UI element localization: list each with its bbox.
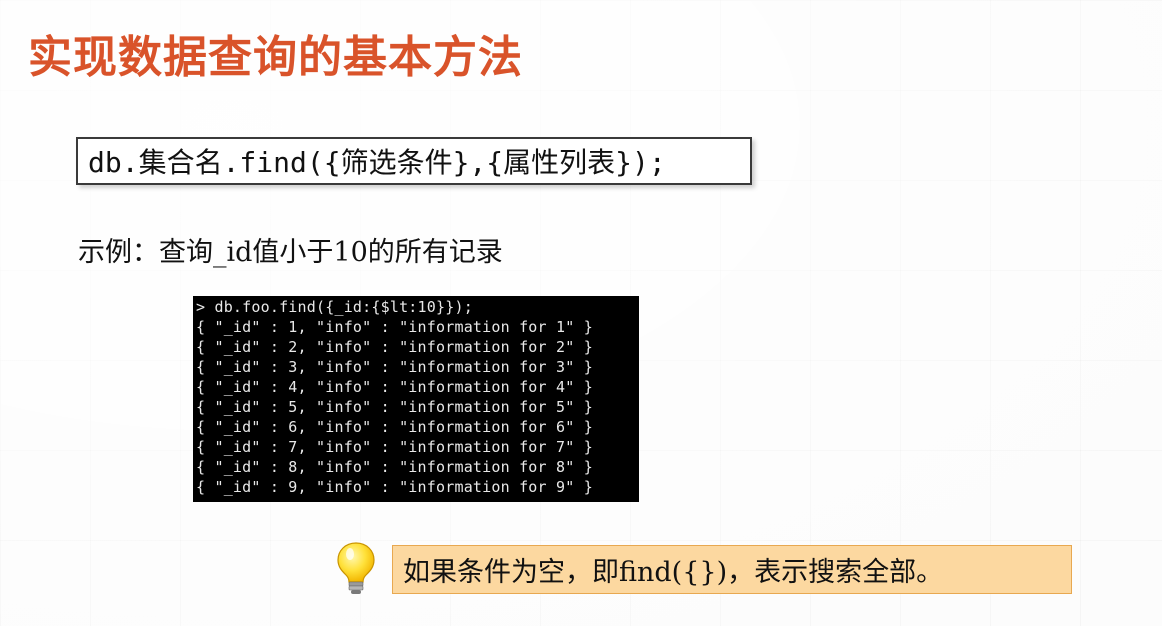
- tip-box: 如果条件为空，即find({})，表示搜索全部。: [392, 545, 1072, 594]
- syntax-text: db.集合名.find({筛选条件},{属性列表});: [88, 146, 666, 179]
- terminal-command-line: > db.foo.find({_id:{$lt:10}});: [196, 298, 473, 316]
- terminal-result-line: { "_id" : 6, "info" : "information for 6…: [196, 418, 593, 436]
- terminal-result-line: { "_id" : 5, "info" : "information for 5…: [196, 398, 593, 416]
- terminal-result-line: { "_id" : 7, "info" : "information for 7…: [196, 438, 593, 456]
- slide-title: 实现数据查询的基本方法: [28, 32, 523, 83]
- terminal-result-line: { "_id" : 8, "info" : "information for 8…: [196, 458, 593, 476]
- terminal-result-line: { "_id" : 9, "info" : "information for 9…: [196, 478, 593, 496]
- terminal-output: > db.foo.find({_id:{$lt:10}}); { "_id" :…: [193, 296, 639, 502]
- lightbulb-icon: [337, 542, 375, 594]
- terminal-result-line: { "_id" : 4, "info" : "information for 4…: [196, 378, 593, 396]
- terminal-result-line: { "_id" : 1, "info" : "information for 1…: [196, 318, 593, 336]
- terminal-result-line: { "_id" : 2, "info" : "information for 2…: [196, 338, 593, 356]
- slide: 实现数据查询的基本方法 db.集合名.find({筛选条件},{属性列表}); …: [0, 0, 1162, 626]
- terminal-result-line: { "_id" : 3, "info" : "information for 3…: [196, 358, 593, 376]
- example-label: 示例：查询_id值小于10的所有记录: [78, 237, 503, 268]
- syntax-box: db.集合名.find({筛选条件},{属性列表});: [76, 137, 752, 185]
- tip-text: 如果条件为空，即find({})，表示搜索全部。: [403, 557, 944, 588]
